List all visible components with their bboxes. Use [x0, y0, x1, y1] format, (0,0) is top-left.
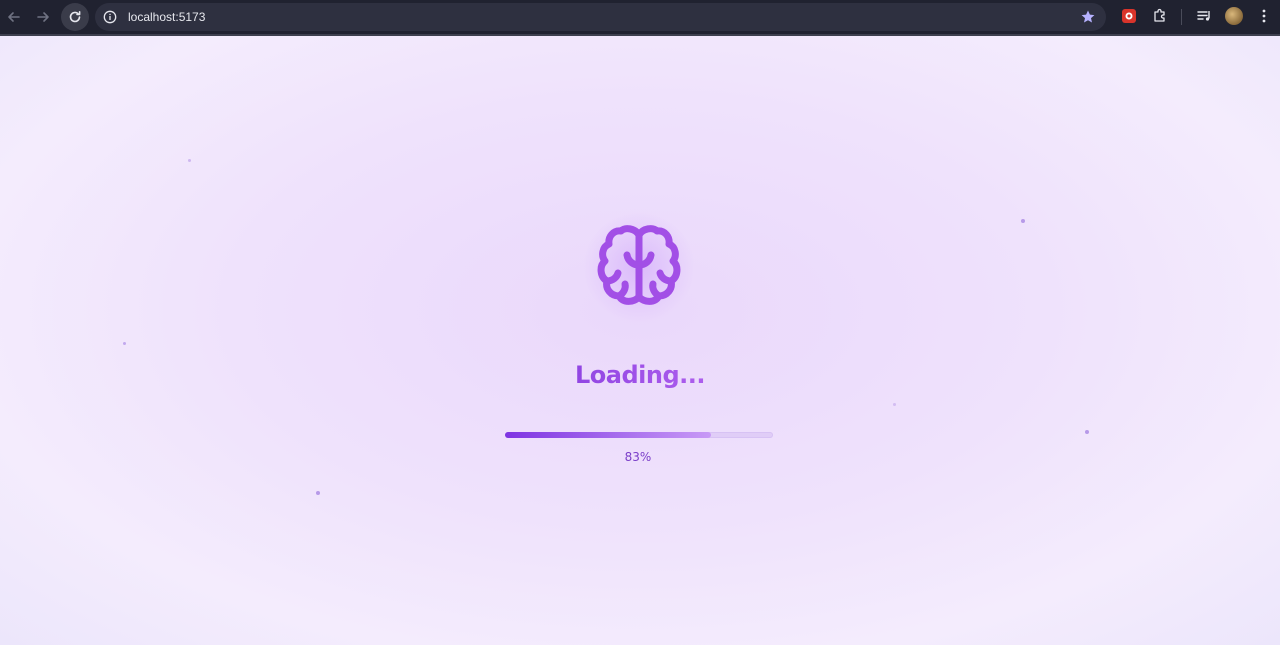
- progress-percent: 83%: [624, 450, 652, 464]
- progress-bar: [505, 432, 773, 438]
- browser-toolbar: localhost:5173: [0, 0, 1280, 34]
- avatar[interactable]: [1225, 7, 1243, 25]
- floating-particle: [123, 342, 126, 345]
- floating-particle: [1021, 219, 1025, 223]
- reload-button[interactable]: [61, 3, 89, 31]
- url-text[interactable]: localhost:5173: [128, 10, 205, 24]
- address-bar[interactable]: localhost:5173: [95, 3, 1106, 31]
- floating-particle: [1085, 430, 1089, 434]
- floating-particle: [188, 159, 191, 162]
- back-button[interactable]: [2, 5, 26, 29]
- loading-title: Loading...: [540, 361, 740, 389]
- floating-particle: [316, 491, 320, 495]
- forward-button[interactable]: [31, 5, 55, 29]
- puzzle-icon[interactable]: [1151, 7, 1169, 25]
- floating-particle: [893, 403, 896, 406]
- arrow-left-icon: [8, 12, 20, 22]
- star-icon[interactable]: [1080, 9, 1096, 25]
- toolbar-divider: [1181, 9, 1182, 25]
- loading-screen: Loading... 83%: [0, 36, 1280, 645]
- reload-icon: [69, 11, 81, 23]
- extension-icon[interactable]: [1120, 7, 1138, 25]
- arrow-right-icon: [37, 12, 49, 22]
- brain-glow: [584, 212, 694, 322]
- kebab-menu-icon[interactable]: [1255, 7, 1273, 25]
- progress-fill: [505, 432, 712, 438]
- info-icon[interactable]: [103, 10, 117, 24]
- media-controls-icon[interactable]: [1195, 7, 1213, 25]
- brain-icon: [597, 225, 681, 305]
